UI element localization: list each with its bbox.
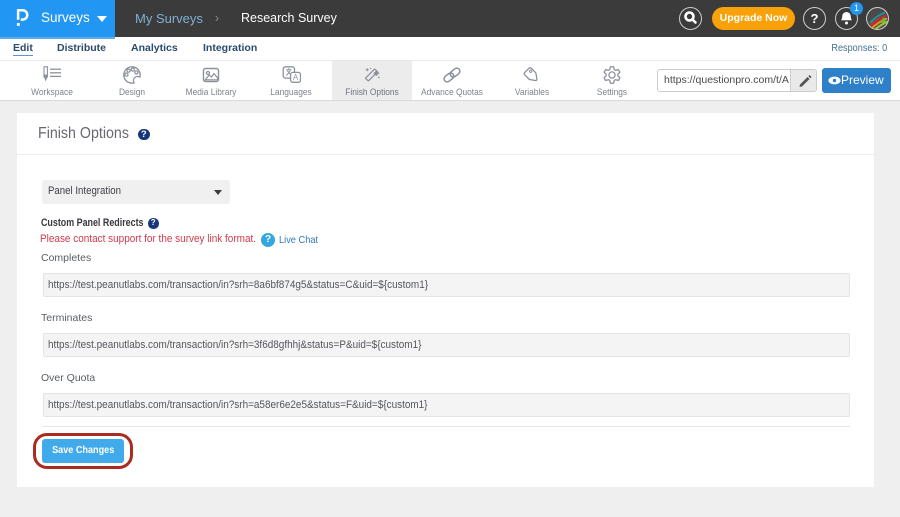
svg-text:A: A bbox=[293, 73, 299, 82]
